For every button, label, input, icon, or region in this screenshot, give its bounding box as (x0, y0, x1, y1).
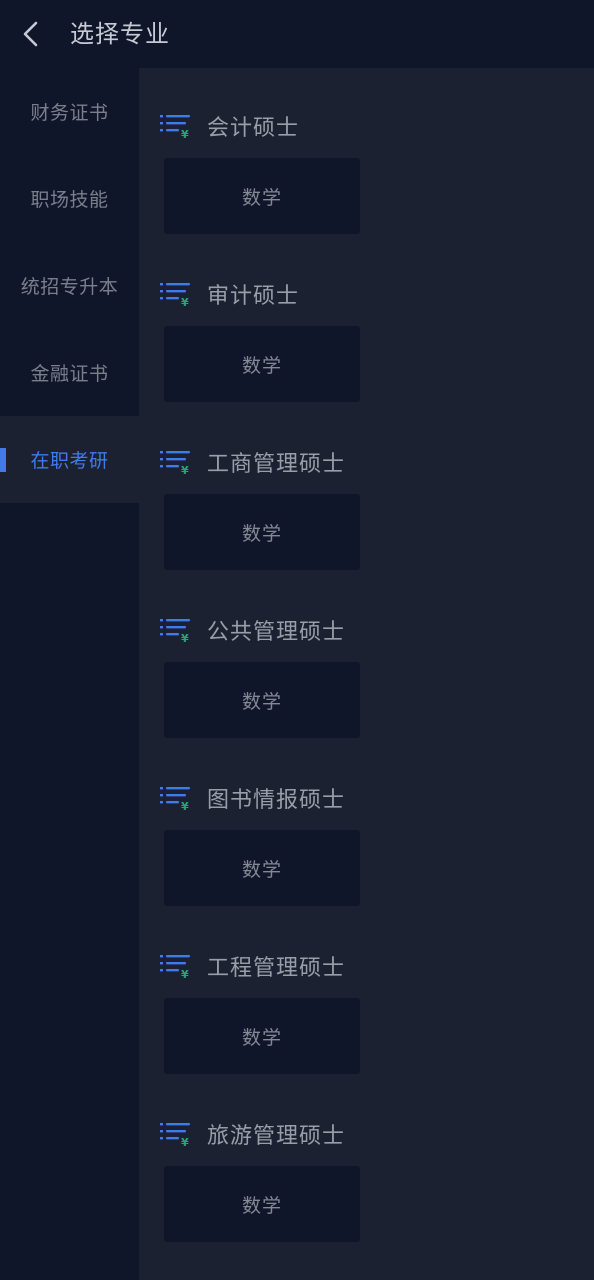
major-list: ¥ 会计硕士 数学 ¥ 审计硕士 数学 ¥ 工商管理硕士 数学 ¥ 公共管理硕士… (139, 68, 594, 1280)
major-group-header: ¥ 工商管理硕士 (160, 446, 345, 478)
subject-button[interactable]: 数学 (164, 158, 360, 234)
major-title: 会计硕士 (207, 116, 300, 141)
major-group: ¥ 工商管理硕士 数学 (139, 404, 594, 572)
major-group: ¥ 审计硕士 数学 (139, 236, 594, 404)
sidebar-item-label: 统招专升本 (20, 276, 119, 298)
svg-text:¥: ¥ (181, 632, 189, 644)
major-group: ¥ 旅游管理硕士 数学 (139, 1076, 594, 1244)
list-yen-icon: ¥ (160, 787, 190, 812)
major-group-header: ¥ 公共管理硕士 (160, 614, 345, 646)
list-yen-icon: ¥ (160, 619, 190, 644)
major-group: ¥ 会计硕士 数学 (139, 68, 594, 236)
major-title: 图书情报硕士 (207, 788, 346, 813)
major-group-header: ¥ 会计硕士 (160, 110, 299, 142)
svg-text:¥: ¥ (181, 968, 189, 980)
subject-label: 数学 (241, 522, 282, 545)
subject-button[interactable]: 数学 (164, 326, 360, 402)
svg-text:¥: ¥ (181, 128, 189, 140)
major-group: ¥ 图书情报硕士 数学 (139, 740, 594, 908)
svg-text:¥: ¥ (181, 800, 189, 812)
major-group-header: ¥ 图书情报硕士 (160, 782, 345, 814)
svg-text:¥: ¥ (181, 296, 189, 308)
list-yen-icon: ¥ (160, 283, 190, 308)
major-group-header: ¥ 审计硕士 (160, 278, 299, 310)
active-indicator (0, 448, 6, 472)
major-group-header: ¥ 旅游管理硕士 (160, 1118, 345, 1150)
category-sidebar: 财务证书 职场技能 统招专升本 金融证书 在职考研 (0, 68, 139, 1280)
sidebar-item-label: 职场技能 (30, 189, 109, 211)
subject-button[interactable]: 数学 (164, 830, 360, 906)
sidebar-item-workplace-skills[interactable]: 职场技能 (0, 155, 139, 242)
subject-button[interactable]: 数学 (164, 494, 360, 570)
sidebar-item-label: 在职考研 (30, 450, 109, 472)
major-title: 旅游管理硕士 (207, 1124, 346, 1149)
major-group-header: ¥ 工程管理硕士 (160, 950, 345, 982)
top-bar: 选择专业 (0, 0, 594, 68)
major-group: ¥ 公共管理硕士 数学 (139, 572, 594, 740)
sidebar-item-upgrade-bachelor[interactable]: 统招专升本 (0, 242, 139, 329)
chevron-left-icon (23, 21, 38, 47)
subject-label: 数学 (241, 690, 282, 713)
list-yen-icon: ¥ (160, 451, 190, 476)
sidebar-item-financial-cert[interactable]: 金融证书 (0, 329, 139, 416)
major-group: ¥ 工程管理硕士 数学 (139, 908, 594, 1076)
sidebar-item-label: 金融证书 (30, 363, 109, 385)
subject-button[interactable]: 数学 (164, 1166, 360, 1242)
svg-text:¥: ¥ (181, 464, 189, 476)
subject-label: 数学 (241, 1194, 282, 1217)
sidebar-item-label: 财务证书 (30, 102, 109, 124)
major-title: 审计硕士 (207, 284, 300, 309)
major-title: 公共管理硕士 (207, 620, 346, 645)
subject-label: 数学 (241, 186, 282, 209)
svg-text:¥: ¥ (181, 1136, 189, 1148)
subject-label: 数学 (241, 1026, 282, 1049)
sidebar-item-finance-cert[interactable]: 财务证书 (0, 68, 139, 155)
back-button[interactable] (12, 14, 52, 54)
subject-button[interactable]: 数学 (164, 998, 360, 1074)
list-yen-icon: ¥ (160, 115, 190, 140)
major-title: 工程管理硕士 (207, 956, 346, 981)
major-title: 工商管理硕士 (207, 452, 346, 477)
sidebar-item-in-service-postgrad[interactable]: 在职考研 (0, 416, 139, 503)
subject-button[interactable]: 数学 (164, 662, 360, 738)
subject-label: 数学 (241, 354, 282, 377)
subject-label: 数学 (241, 858, 282, 881)
app-root: 选择专业 财务证书 职场技能 统招专升本 金融证书 在职考研 ¥ 会计硕士 数学… (0, 0, 594, 1280)
list-yen-icon: ¥ (160, 955, 190, 980)
page-title: 选择专业 (70, 20, 170, 48)
list-yen-icon: ¥ (160, 1123, 190, 1148)
